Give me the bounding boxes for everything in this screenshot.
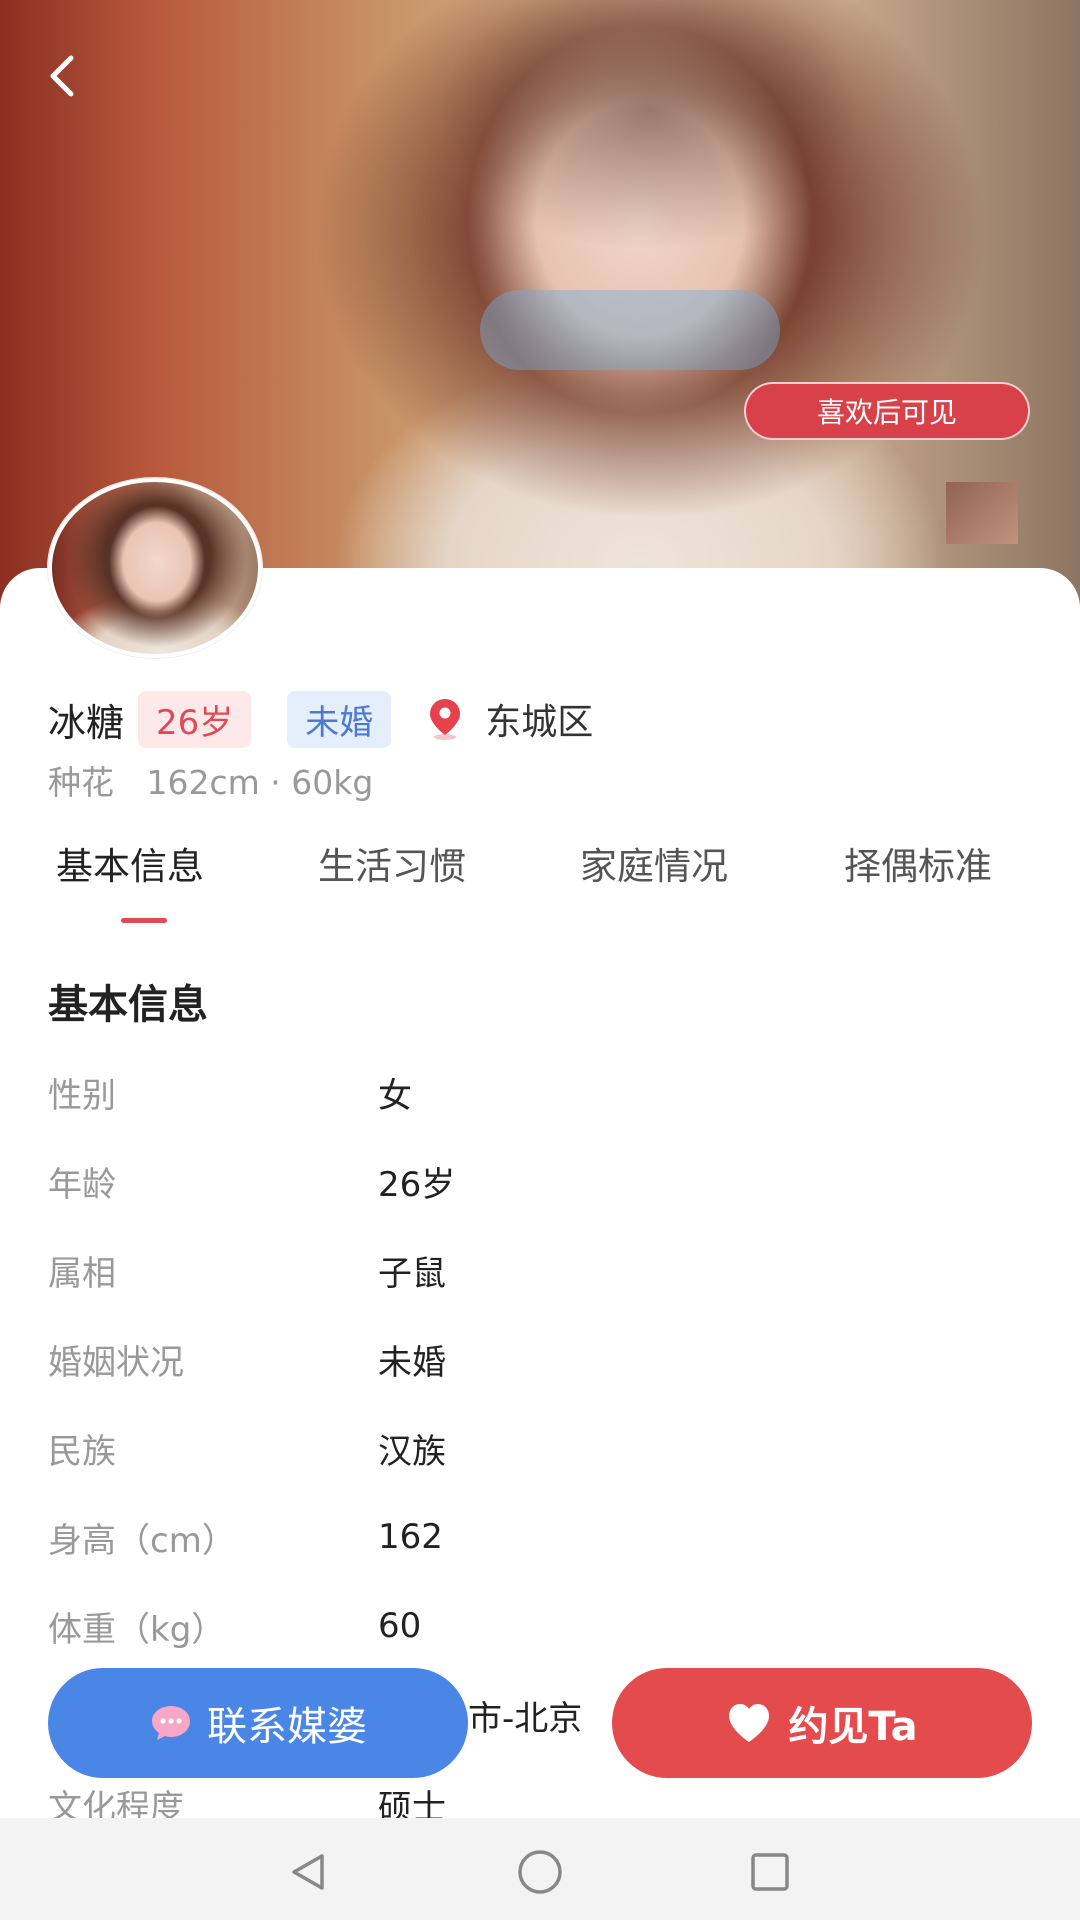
heart-icon [729,1704,770,1742]
square-recent-icon [751,1853,789,1891]
info-label: 身高（cm） [48,1520,236,1561]
back-button[interactable] [32,46,92,106]
triangle-back-icon [292,1854,324,1890]
avatar[interactable] [48,478,262,658]
tab-partner-criteria[interactable]: 择偶标准 [844,836,992,890]
info-value: 未婚 [378,1342,446,1383]
tab-basic-info[interactable]: 基本信息 [56,836,204,890]
map-pin-icon [430,699,461,740]
profile-summary-row: 冰糖 26岁 未婚 东城区 [48,690,593,748]
photo-thumbnail[interactable] [946,482,1018,544]
tab-family[interactable]: 家庭情况 [580,836,728,890]
zodiac-text: 种花 [48,763,114,802]
profile-stats: 种花 162cm · 60kg [48,756,395,804]
like-to-view-badge[interactable]: 喜欢后可见 [744,382,1030,440]
info-value: 162 [378,1517,443,1557]
info-value: 60 [378,1606,422,1646]
info-label: 年龄 [48,1164,116,1205]
info-value: 市-北京 [468,1698,583,1739]
profile-tabs: 基本信息 生活习惯 家庭情况 择偶标准 [0,836,1080,916]
info-label: 民族 [48,1431,116,1472]
cover-photo-mask-detail [480,290,780,370]
system-navigation-bar [0,1818,1080,1920]
contact-matchmaker-label: 联系媒婆 [207,1704,367,1750]
circle-home-icon [518,1850,562,1894]
section-title-text: 基本信息 [48,982,208,1028]
height-weight-text: 162cm · 60kg [146,763,374,802]
info-label: 属相 [48,1253,116,1294]
tab-lifestyle[interactable]: 生活习惯 [318,836,466,890]
date-request-label: 约见Ta [788,1704,918,1750]
date-request-button[interactable]: 约见Ta [612,1668,1032,1778]
info-value: 子鼠 [378,1253,446,1294]
info-value: 26岁 [378,1164,456,1205]
chevron-left-icon [50,55,74,97]
nav-home-button[interactable] [512,1844,568,1900]
info-value: 女 [378,1075,412,1116]
section-title: 基本信息 [48,972,246,1030]
info-label: 体重（kg） [48,1609,226,1650]
age-badge: 26岁 [138,690,252,748]
info-label: 性别 [48,1075,116,1116]
nav-recent-button[interactable] [742,1844,798,1900]
active-tab-indicator [121,918,167,923]
chat-bubble-icon [152,1706,190,1740]
info-value: 汉族 [378,1431,446,1472]
profile-name: 冰糖 [48,700,125,745]
marital-status-badge: 未婚 [287,690,392,748]
location-text: 东城区 [485,702,594,743]
info-label: 婚姻状况 [48,1342,184,1383]
nav-back-button[interactable] [280,1844,336,1900]
contact-matchmaker-button[interactable]: 联系媒婆 [48,1668,468,1778]
